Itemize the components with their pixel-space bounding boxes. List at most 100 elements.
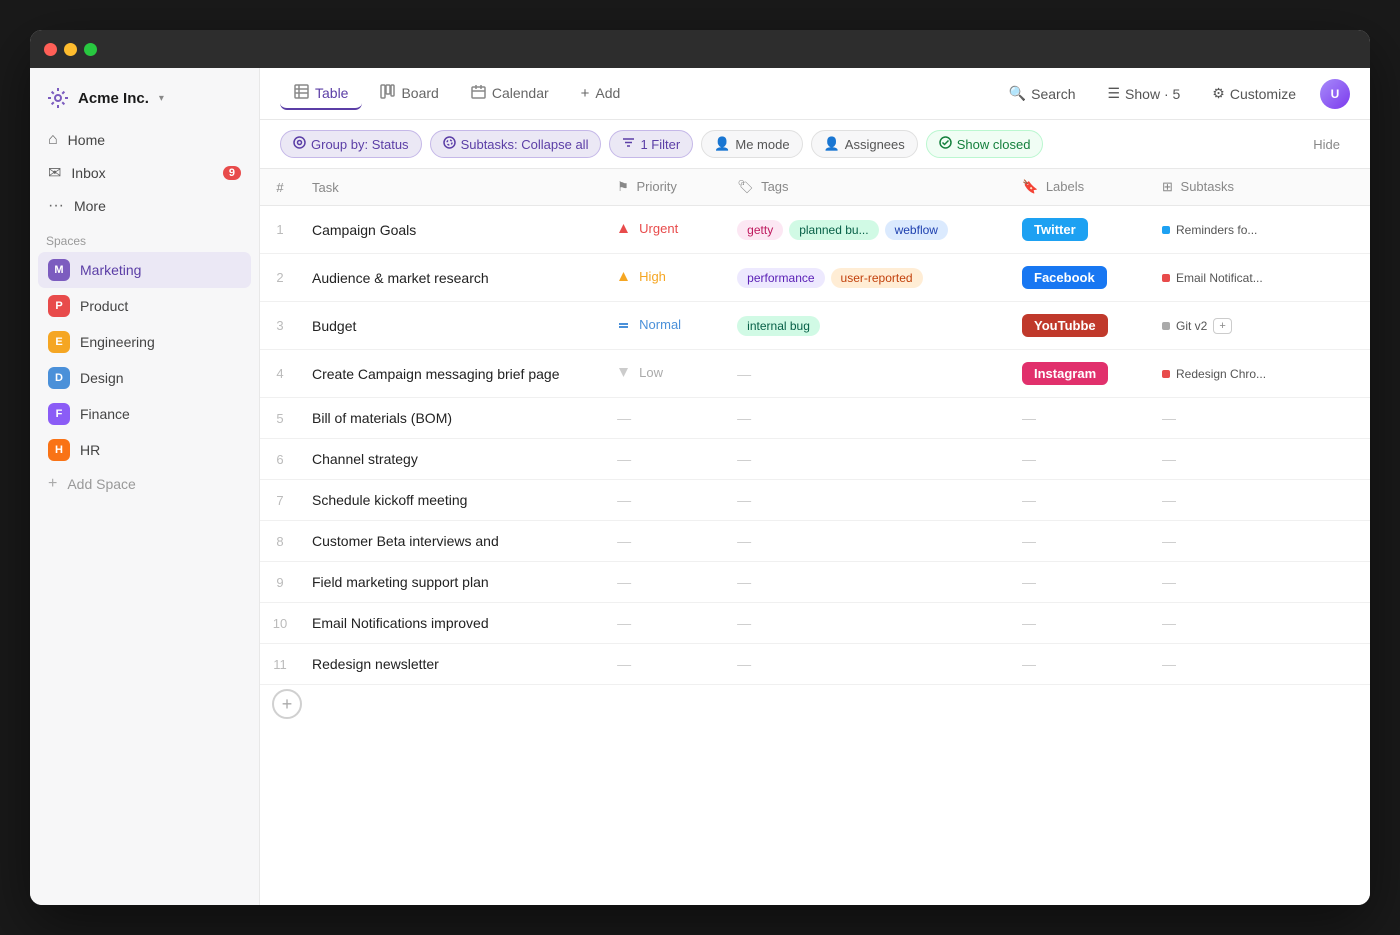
sidebar-item-more[interactable]: ··· More [38,190,251,222]
tag[interactable]: getty [737,220,783,240]
sidebar-item-design[interactable]: D Design [38,360,251,396]
sidebar-item-finance-label: Finance [80,406,130,422]
add-space-icon: + [48,475,57,493]
add-space-button[interactable]: + Add Space [38,468,251,500]
sidebar-item-home[interactable]: ⌂ Home [38,124,251,156]
show-button[interactable]: ☰ Show · 5 [1099,80,1188,107]
row-task: Email Notifications improved [300,603,605,644]
tag[interactable]: planned bu... [789,220,878,240]
row-task: Field marketing support plan [300,562,605,603]
row-label: Facebook [1010,254,1150,302]
sidebar-item-finance[interactable]: F Finance [38,396,251,432]
tab-calendar[interactable]: Calendar [457,78,563,110]
show-closed-icon [939,136,952,152]
row-num: 10 [260,603,300,644]
minimize-button[interactable] [64,43,77,56]
label-badge[interactable]: YouTubbe [1022,314,1108,337]
inbox-icon: ✉ [48,163,61,183]
table-row[interactable]: 1Campaign GoalsUrgentgettyplanned bu...w… [260,206,1370,254]
spaces-title: Spaces [30,222,259,252]
table-row[interactable]: 11Redesign newsletter———— [260,644,1370,685]
row-num: 1 [260,206,300,254]
col-num-header: # [260,169,300,206]
row-num: 3 [260,302,300,350]
close-button[interactable] [44,43,57,56]
board-icon [380,84,395,102]
me-mode-label: Me mode [735,137,789,152]
row-tags: internal bug [725,302,1010,350]
label-badge[interactable]: Instagram [1022,362,1108,385]
sidebar-item-inbox[interactable]: ✉ Inbox 9 [38,156,251,190]
chevron-down-icon: ▾ [159,93,164,104]
tag[interactable]: performance [737,268,824,288]
subtasks-pill[interactable]: Subtasks: Collapse all [430,130,602,158]
tab-board[interactable]: Board [366,78,452,110]
user-avatar[interactable]: U [1320,79,1350,109]
customize-label: Customize [1230,86,1296,102]
sidebar-item-marketing[interactable]: M Marketing [38,252,251,288]
me-mode-pill[interactable]: 👤 Me mode [701,130,802,158]
show-closed-pill[interactable]: Show closed [926,130,1044,158]
app-body: Acme Inc. ▾ ⌂ Home ✉ Inbox 9 ··· More S [30,68,1370,905]
table-row[interactable]: 9Field marketing support plan———— [260,562,1370,603]
row-task: Channel strategy [300,439,605,480]
priority-col-label: Priority [636,179,676,194]
table-body: 1Campaign GoalsUrgentgettyplanned bu...w… [260,206,1370,685]
engineering-avatar: E [48,331,70,353]
finance-avatar: F [48,403,70,425]
table-row[interactable]: 5Bill of materials (BOM)———— [260,398,1370,439]
label-badge[interactable]: Twitter [1022,218,1088,241]
table-row[interactable]: 7Schedule kickoff meeting———— [260,480,1370,521]
row-label: — [1010,562,1150,603]
table-row[interactable]: 2Audience & market researchHighperforman… [260,254,1370,302]
hide-button[interactable]: Hide [1303,132,1350,157]
row-priority: — [605,562,725,603]
row-subtask: — [1150,603,1370,644]
row-priority: — [605,398,725,439]
col-labels-header: 🔖 Labels [1010,169,1150,206]
label-badge[interactable]: Facebook [1022,266,1107,289]
workspace-selector[interactable]: Acme Inc. ▾ [30,80,259,124]
row-priority: — [605,480,725,521]
sidebar-item-marketing-label: Marketing [80,262,141,278]
tag[interactable]: internal bug [737,316,820,336]
tag[interactable]: webflow [885,220,948,240]
table-row[interactable]: 3BudgetNormalinternal bugYouTubbeGit v2+ [260,302,1370,350]
row-label: — [1010,521,1150,562]
sidebar-item-product-label: Product [80,298,128,314]
subtask-more[interactable]: + [1213,318,1231,334]
group-by-pill[interactable]: Group by: Status [280,130,422,158]
group-by-label: Group by: Status [311,137,409,152]
customize-icon: ⚙ [1212,85,1225,102]
row-num: 5 [260,398,300,439]
tab-add[interactable]: + Add [567,78,635,110]
row-subtask: — [1150,439,1370,480]
table-row[interactable]: 4Create Campaign messaging brief pageLow… [260,350,1370,398]
assignees-pill[interactable]: 👤 Assignees [811,130,918,158]
filter-pill[interactable]: 1 Filter [609,130,693,158]
add-row-button[interactable]: + [272,689,302,719]
calendar-icon [471,84,486,102]
table-row[interactable]: 10Email Notifications improved———— [260,603,1370,644]
table-row[interactable]: 6Channel strategy———— [260,439,1370,480]
row-task: Campaign Goals [300,206,605,254]
subtasks-col-icon: ⊞ [1162,179,1173,194]
col-tags-header: 🏷 Tags [725,169,1010,206]
table-row[interactable]: 8Customer Beta interviews and———— [260,521,1370,562]
tag[interactable]: user-reported [831,268,923,288]
filter-icon [622,136,635,152]
maximize-button[interactable] [84,43,97,56]
sidebar-item-engineering[interactable]: E Engineering [38,324,251,360]
customize-button[interactable]: ⚙ Customize [1204,80,1304,107]
workspace-name: Acme Inc. [78,90,149,107]
tab-table[interactable]: Table [280,78,362,110]
group-by-icon [293,136,306,152]
app-window: Acme Inc. ▾ ⌂ Home ✉ Inbox 9 ··· More S [30,30,1370,905]
sidebar-item-hr[interactable]: H HR [38,432,251,468]
sidebar-item-product[interactable]: P Product [38,288,251,324]
tab-add-label: Add [595,85,620,101]
row-subtask: Git v2+ [1150,302,1370,350]
row-priority: High [605,254,725,302]
search-button[interactable]: 🔍 Search [1001,80,1084,107]
table-header-row: # Task ⚑ Priority 🏷 Tags [260,169,1370,206]
